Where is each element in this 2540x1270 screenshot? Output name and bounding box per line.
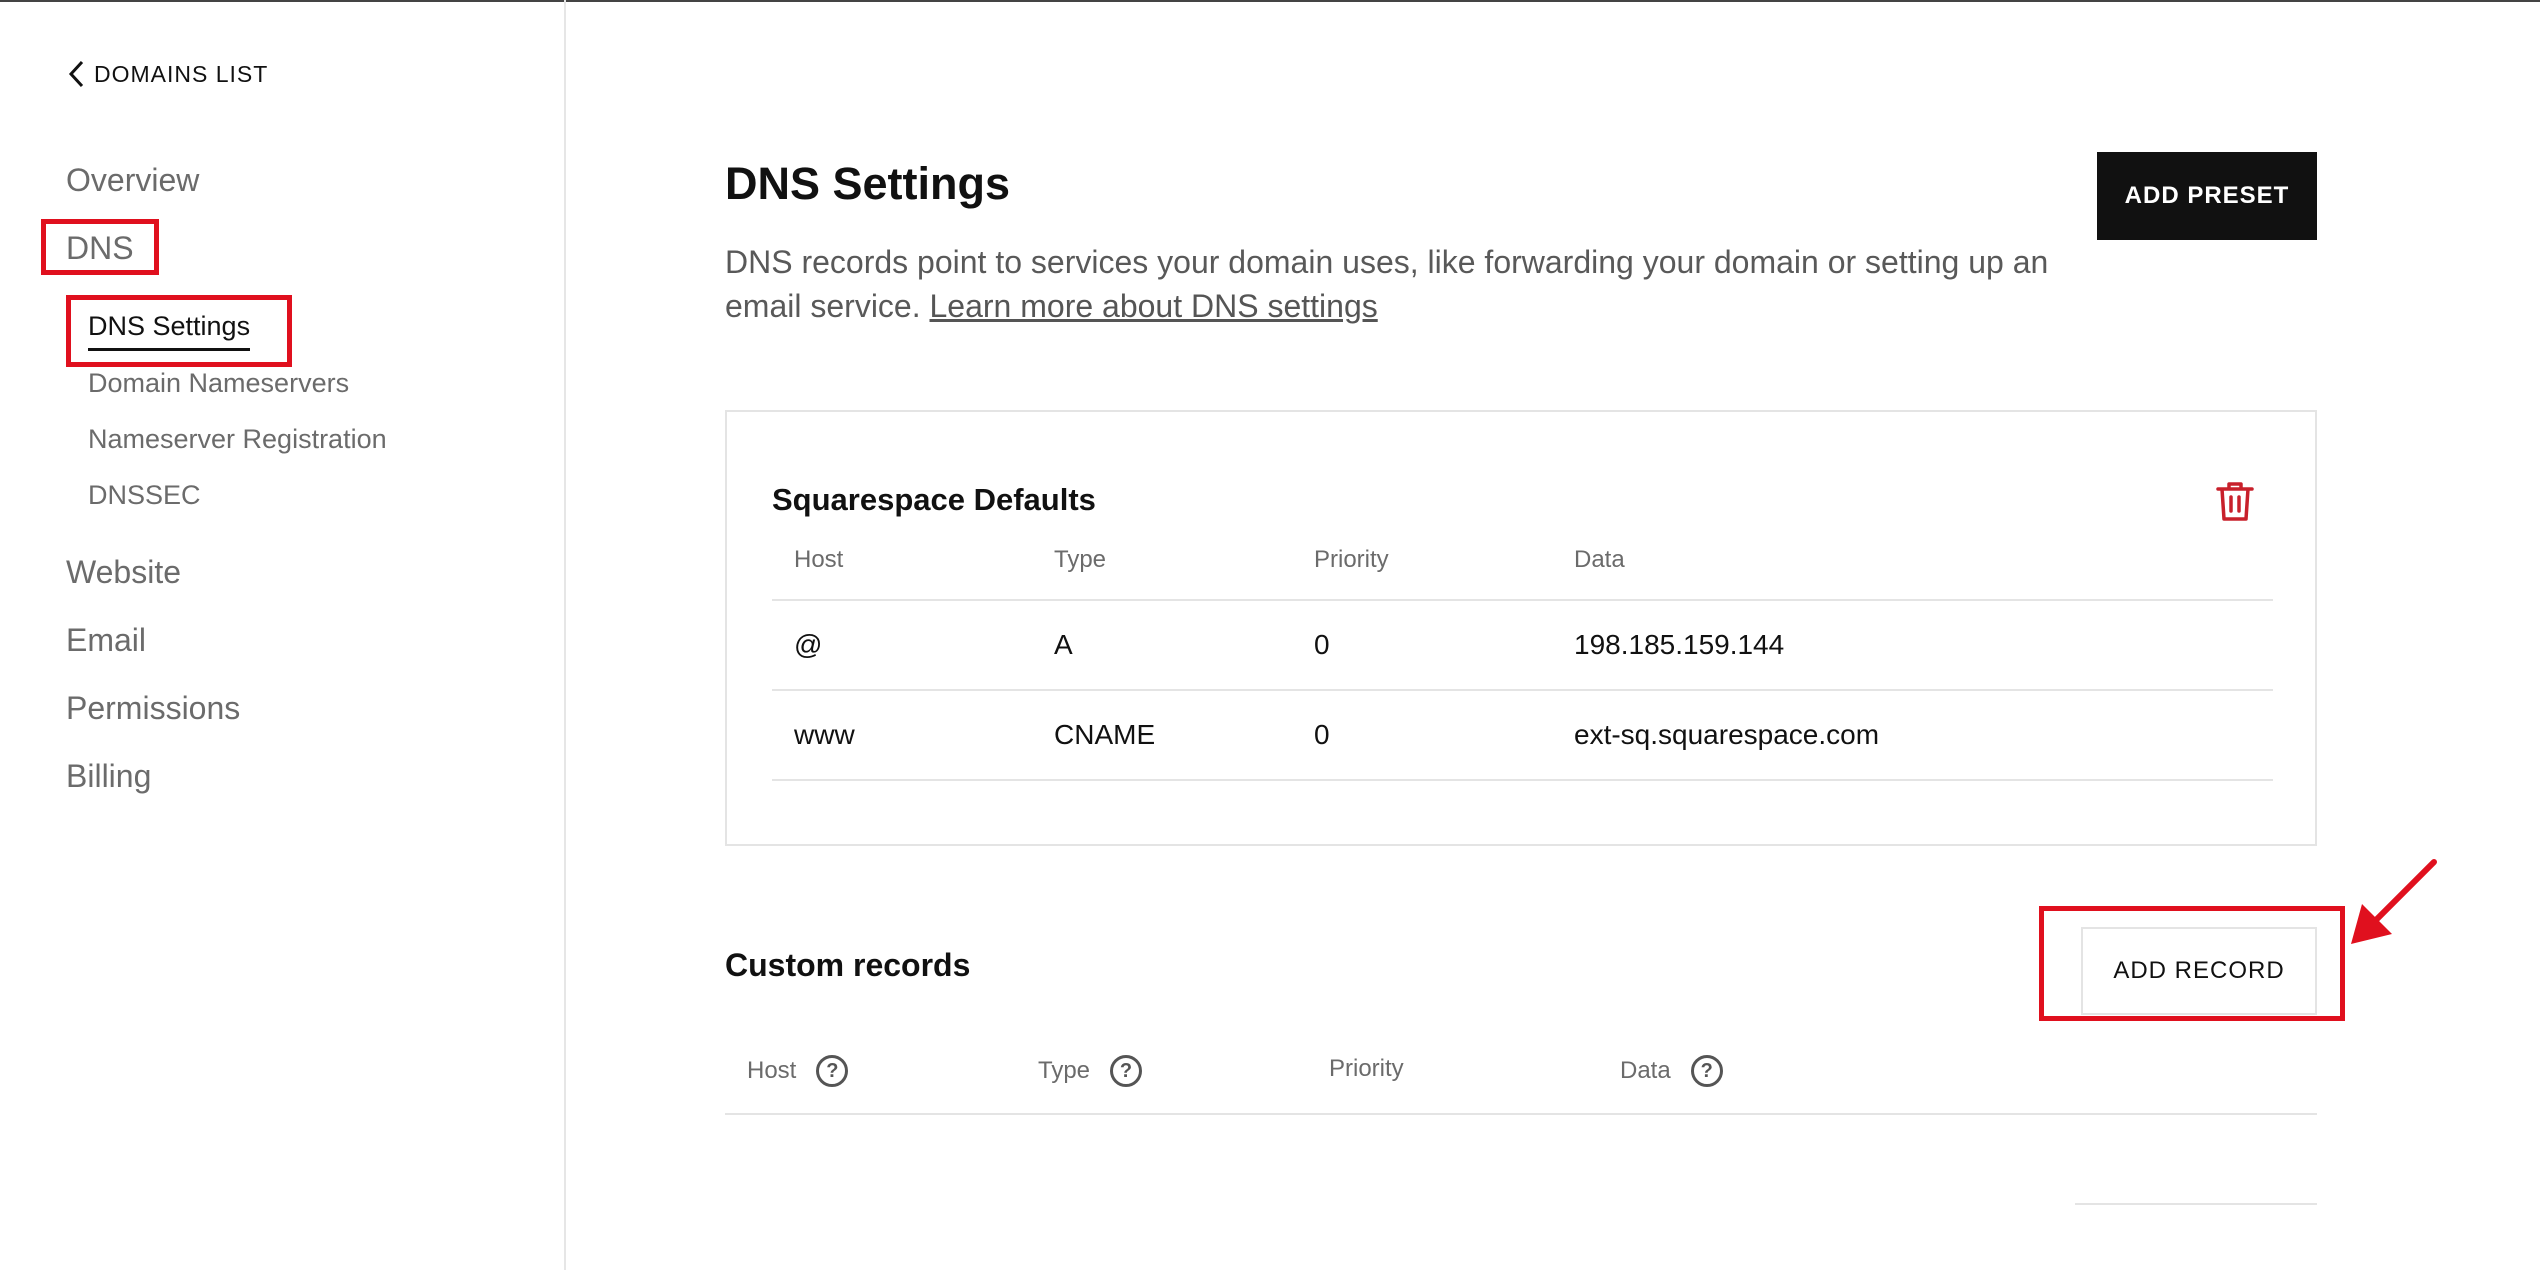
custom-col-type-label: Type	[1038, 1057, 1091, 1084]
cell-host: www	[794, 719, 855, 750]
nav-email[interactable]: Email	[66, 622, 146, 659]
cell-host: @	[794, 629, 823, 660]
cell-data: 198.185.159.144	[1574, 629, 1785, 660]
subnav-dnssec[interactable]: DNSSEC	[88, 480, 201, 511]
defaults-col-priority: Priority	[1314, 546, 1389, 573]
red-arrow	[2351, 859, 2437, 944]
defaults-title: Squarespace Defaults	[772, 482, 1096, 517]
custom-col-data-label: Data	[1620, 1057, 1671, 1084]
custom-col-host-label: Host	[747, 1057, 797, 1084]
sidebar: DOMAINS LIST Overview DNS DNS Settings D…	[0, 0, 566, 1270]
trash-icon[interactable]	[2215, 480, 2255, 527]
subnav-nameserver-registration[interactable]: Nameserver Registration	[88, 424, 387, 455]
defaults-col-data: Data	[1574, 546, 1625, 573]
cell-priority: 0	[1314, 719, 1330, 750]
nav-website[interactable]: Website	[66, 554, 181, 591]
custom-col-type: Type ?	[1038, 1055, 1143, 1087]
divider	[772, 689, 2273, 691]
divider	[772, 599, 2273, 601]
nav-permissions[interactable]: Permissions	[66, 690, 240, 727]
learn-more-link[interactable]: Learn more about DNS settings	[930, 288, 1378, 324]
description-text: DNS records point to services your domai…	[725, 244, 2049, 324]
help-icon[interactable]: ?	[1690, 1055, 1723, 1087]
divider	[725, 1113, 2317, 1115]
squarespace-defaults-card: Squarespace Defaults Host Type Priority …	[725, 410, 2317, 846]
defaults-col-type: Type	[1054, 546, 1107, 573]
page-description: DNS records point to services your domai…	[725, 240, 2065, 328]
help-icon[interactable]: ?	[816, 1055, 849, 1087]
nav-dns[interactable]: DNS	[66, 230, 134, 267]
custom-col-priority-label: Priority	[1329, 1055, 1404, 1082]
custom-records-title: Custom records	[725, 947, 971, 983]
back-link-label: DOMAINS LIST	[94, 60, 269, 87]
add-preset-button[interactable]: ADD PRESET	[2097, 152, 2317, 240]
subnav-domain-nameservers[interactable]: Domain Nameservers	[88, 368, 349, 399]
subnav-dns-settings[interactable]: DNS Settings	[88, 311, 251, 351]
cell-data: ext-sq.squarespace.com	[1574, 719, 1880, 750]
chevron-left-icon	[68, 60, 84, 88]
divider	[2075, 1203, 2317, 1205]
custom-col-data: Data ?	[1620, 1055, 1723, 1087]
divider	[772, 779, 2273, 781]
cell-type: A	[1054, 629, 1073, 660]
nav-overview[interactable]: Overview	[66, 162, 199, 199]
nav-billing[interactable]: Billing	[66, 758, 151, 795]
page-title: DNS Settings	[725, 158, 1011, 209]
back-to-domains-link[interactable]: DOMAINS LIST	[66, 58, 268, 90]
cell-type: CNAME	[1054, 719, 1156, 750]
help-icon[interactable]: ?	[1110, 1055, 1143, 1087]
custom-col-host: Host ?	[747, 1055, 849, 1087]
custom-col-priority: Priority	[1329, 1055, 1404, 1083]
cell-priority: 0	[1314, 629, 1330, 660]
add-record-button[interactable]: ADD RECORD	[2081, 927, 2317, 1015]
defaults-col-host: Host	[794, 546, 844, 573]
